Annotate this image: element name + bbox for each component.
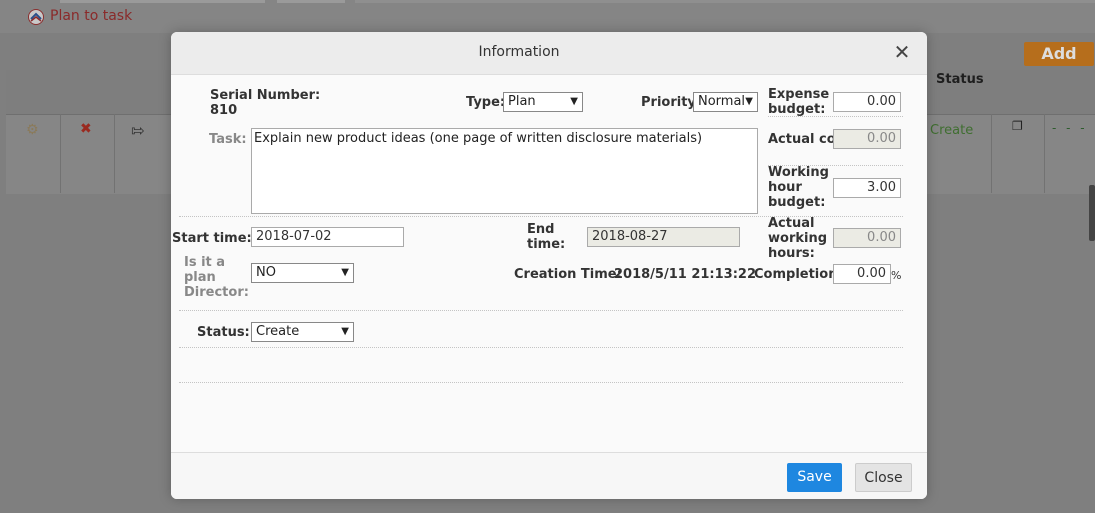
priority-select[interactable]: Normal ▼: [693, 92, 758, 112]
serial-number-value: 810: [210, 103, 238, 118]
divider: [179, 310, 903, 311]
page-title: Plan to task: [50, 8, 133, 24]
expense-budget-label: Expense budget:: [768, 87, 830, 117]
chevron-down-icon: ▼: [341, 267, 349, 278]
type-label: Type:: [466, 95, 506, 110]
plan-director-select[interactable]: NO ▼: [251, 263, 354, 283]
plan-director-select-value: NO: [256, 265, 276, 280]
task-textarea[interactable]: Explain new product ideas (one page of w…: [251, 128, 758, 214]
actual-working-hours-label: Actual working hours:: [768, 216, 828, 261]
completion-label: Completion:: [754, 267, 843, 282]
tab-strip: [277, 0, 345, 3]
is-plan-director-label: Is it a plan Director:: [184, 255, 249, 300]
status-select-value: Create: [256, 324, 300, 339]
status-select[interactable]: Create ▼: [251, 322, 354, 342]
priority-select-value: Normal: [698, 94, 746, 109]
grid-divider: [114, 114, 115, 193]
serial-number-label: Serial Number:: [210, 88, 321, 103]
divider: [768, 116, 903, 117]
type-select[interactable]: Plan ▼: [503, 92, 583, 112]
dialog-title: Information: [478, 44, 560, 60]
actual-working-hours-input: [833, 228, 901, 248]
row-dashes: - - -: [1052, 121, 1088, 135]
grid-divider: [60, 114, 61, 193]
end-time-label: End time:: [527, 222, 566, 252]
top-bar: [0, 0, 1095, 33]
grid-divider: [1044, 114, 1045, 193]
grid-status-header: Status: [936, 72, 984, 87]
divider: [179, 347, 903, 348]
side-scroll-handle[interactable]: [1089, 185, 1095, 241]
working-hour-budget-input[interactable]: [833, 178, 901, 198]
status-label: Status:: [197, 325, 250, 340]
copy-icon[interactable]: ❐: [1012, 119, 1023, 133]
close-icon[interactable]: ✕: [892, 42, 912, 62]
expense-budget-input[interactable]: [833, 92, 901, 112]
delete-icon[interactable]: ✖: [80, 121, 92, 137]
information-dialog: Information ✕ Serial Number: 810 Type: P…: [171, 32, 927, 499]
start-time-input[interactable]: [251, 227, 404, 247]
chevron-down-icon: ▼: [745, 96, 753, 107]
chevron-down-icon: ▼: [570, 96, 578, 107]
actual-cost-input: [833, 129, 901, 149]
type-select-value: Plan: [508, 94, 536, 109]
grid-divider: [991, 114, 992, 193]
add-button[interactable]: Add: [1024, 42, 1094, 66]
chevron-down-icon: ▼: [341, 326, 349, 337]
app-logo-icon: [28, 9, 44, 25]
tab-strip: [355, 0, 1095, 3]
dialog-header: Information ✕: [171, 32, 927, 75]
save-button[interactable]: Save: [787, 463, 842, 492]
working-hour-budget-label: Working hour budget:: [768, 165, 829, 210]
creation-time-label: Creation Time:: [514, 267, 622, 282]
task-label: Task:: [209, 132, 247, 147]
start-time-label: Start time:: [172, 231, 252, 246]
move-arrow-icon[interactable]: ⇰: [131, 121, 144, 140]
row-status: Create: [930, 123, 974, 138]
divider: [179, 382, 903, 383]
creation-time-value: 2018/5/11 21:13:22: [614, 267, 757, 282]
settings-gear-icon[interactable]: ⚙: [26, 122, 39, 138]
tab-strip: [60, 0, 265, 3]
completion-unit: %: [891, 269, 902, 282]
completion-input[interactable]: [833, 264, 891, 284]
end-time-input: [587, 227, 740, 247]
close-button[interactable]: Close: [855, 463, 912, 492]
